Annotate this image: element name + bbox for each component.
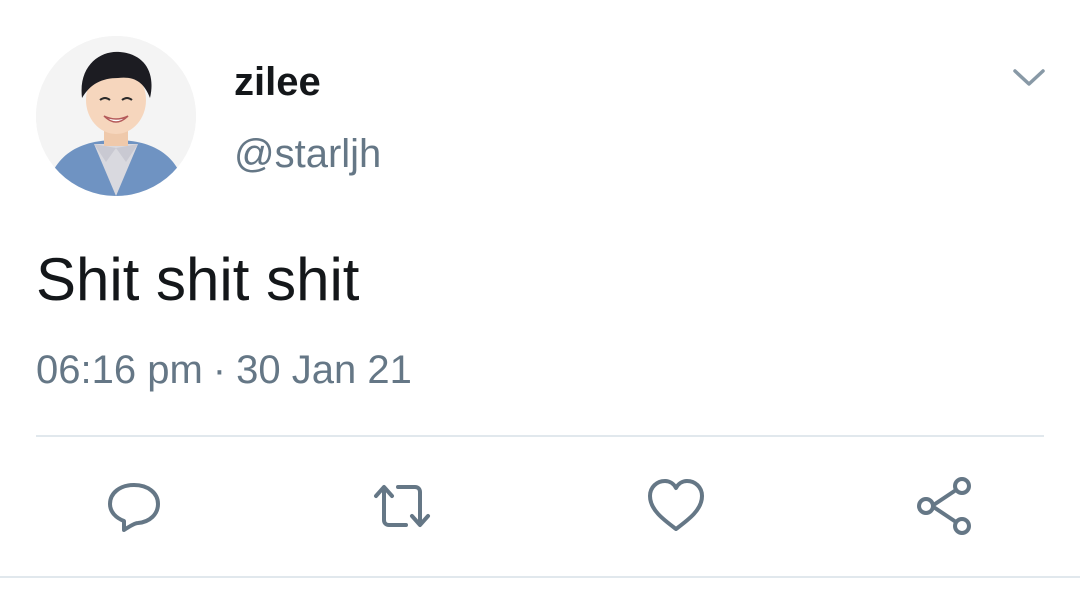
reply-button[interactable]	[102, 474, 166, 538]
retweet-button[interactable]	[370, 474, 434, 538]
tweet-time: 06:16 pm	[36, 348, 203, 392]
display-name[interactable]: zilee	[234, 58, 321, 106]
speech-bubble-icon	[108, 483, 160, 532]
heart-icon	[648, 479, 704, 531]
tweet-text: Shit shit shit	[36, 246, 360, 313]
share-button[interactable]	[912, 474, 976, 538]
share-nodes-icon	[917, 477, 971, 535]
bottom-border	[0, 576, 1080, 578]
tweet-card: zilee @starljh Shit shit shit 06:16 pm · 3…	[0, 0, 1080, 596]
meta-separator: ·	[212, 348, 227, 392]
avatar-image	[36, 36, 196, 196]
tweet-timestamp[interactable]: 06:16 pm · 30 Jan 21	[36, 344, 412, 396]
user-handle[interactable]: @starljh	[234, 130, 381, 178]
like-button[interactable]	[644, 474, 708, 538]
tweet-date: 30 Jan 21	[236, 348, 412, 392]
retweet-arrows-icon	[374, 485, 430, 527]
divider	[36, 435, 1044, 437]
chevron-down-icon[interactable]	[1010, 62, 1048, 92]
avatar[interactable]	[36, 36, 196, 196]
